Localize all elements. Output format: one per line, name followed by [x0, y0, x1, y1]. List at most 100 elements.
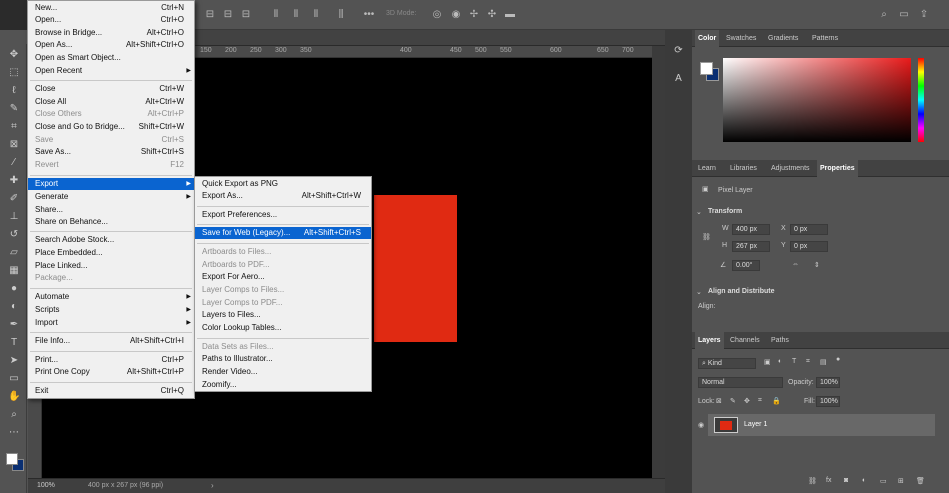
export-item-paths-to-illustrator[interactable]: Paths to Illustrator...	[195, 353, 371, 365]
add-mask-icon[interactable]: ◙	[844, 477, 848, 484]
menu-item-new[interactable]: New... Ctrl+N	[28, 2, 194, 14]
tab-learn[interactable]: Learn	[695, 160, 719, 177]
chevron-down-icon[interactable]: ⌄	[696, 208, 702, 216]
export-item-color-lookup-tables[interactable]: Color Lookup Tables...	[195, 322, 371, 334]
crop-tool-icon[interactable]: ⌗	[8, 121, 20, 133]
export-item-export-preferences[interactable]: Export Preferences...	[195, 209, 371, 221]
align-right-icon[interactable]: ⊟	[240, 9, 252, 21]
menu-item-close[interactable]: Close Ctrl+W	[28, 83, 194, 95]
menu-item-share-on-behance[interactable]: Share on Behance...	[28, 216, 194, 228]
tab-adjustments[interactable]: Adjustments	[768, 160, 813, 177]
tab-gradients[interactable]: Gradients	[765, 30, 801, 47]
menu-item-automate[interactable]: Automate ▶	[28, 291, 194, 303]
lasso-tool-icon[interactable]: ℓ	[8, 85, 20, 97]
tab-channels[interactable]: Channels	[727, 332, 763, 349]
menu-item-export[interactable]: Export ▶	[28, 178, 194, 190]
marquee-tool-icon[interactable]: ⬚	[8, 67, 20, 79]
color-panel-foreground-swatch[interactable]	[700, 62, 713, 75]
clone-stamp-tool-icon[interactable]: ⊥	[8, 211, 20, 223]
menu-item-open-as[interactable]: Open As... Alt+Shift+Ctrl+O	[28, 39, 194, 51]
hue-slider[interactable]	[918, 58, 924, 142]
color-picker-field[interactable]	[723, 58, 911, 142]
export-item-zoomify[interactable]: Zoomify...	[195, 379, 371, 391]
lock-artboard-icon[interactable]: ⌗	[758, 397, 762, 405]
export-item-quick-export-as-png[interactable]: Quick Export as PNG	[195, 178, 371, 190]
layer-name[interactable]: Layer 1	[744, 421, 767, 428]
x-field[interactable]: 0 px	[790, 224, 828, 235]
delete-layer-icon[interactable]: 🗑	[916, 477, 925, 485]
adjustment-layer-icon[interactable]: ◐	[862, 477, 866, 484]
new-layer-icon[interactable]: ⊞	[898, 477, 904, 485]
align-section-title[interactable]: Align and Distribute	[708, 288, 775, 295]
healing-brush-tool-icon[interactable]: ✚	[8, 175, 20, 187]
path-select-tool-icon[interactable]: ➤	[8, 355, 20, 367]
menu-item-open-recent[interactable]: Open Recent ▶	[28, 65, 194, 77]
menu-item-scripts[interactable]: Scripts ▶	[28, 304, 194, 316]
chevron-down-icon[interactable]: ⌄	[696, 288, 702, 296]
eye-icon[interactable]: ◉	[698, 421, 704, 429]
layer-filter-kind[interactable]: ⌕ Kind	[698, 358, 756, 369]
lock-pixels-icon[interactable]: ✎	[730, 397, 736, 405]
align-bottom-icon[interactable]: ⫴	[310, 9, 322, 21]
menu-item-generate[interactable]: Generate ▶	[28, 191, 194, 203]
export-item-save-for-web-legacy[interactable]: Save for Web (Legacy)... Alt+Shift+Ctrl+S	[195, 227, 371, 239]
share-icon[interactable]: ⇪	[918, 9, 930, 21]
layer-row[interactable]: Layer 1	[708, 414, 935, 436]
distribute-icon[interactable]: ⫼	[335, 9, 347, 21]
height-field[interactable]: 267 px	[732, 241, 770, 252]
lock-transparent-icon[interactable]: ⊠	[716, 397, 722, 405]
lock-all-icon[interactable]: 🔒	[772, 397, 781, 405]
dodge-tool-icon[interactable]: ◐	[8, 301, 20, 313]
menu-item-open[interactable]: Open... Ctrl+O	[28, 14, 194, 26]
zoom-level[interactable]: 100%	[37, 482, 55, 489]
menu-item-import[interactable]: Import ▶	[28, 317, 194, 329]
export-item-render-video[interactable]: Render Video...	[195, 366, 371, 378]
quick-select-tool-icon[interactable]: ✎	[8, 103, 20, 115]
transform-section-title[interactable]: Transform	[708, 208, 742, 215]
new-group-icon[interactable]: ▭	[880, 477, 887, 485]
3d-pan-icon[interactable]: ✢	[468, 9, 480, 21]
pen-tool-icon[interactable]: ✒	[8, 319, 20, 331]
edit-toolbar-icon[interactable]: ⋯	[8, 427, 20, 439]
foreground-color-swatch[interactable]	[6, 453, 18, 465]
export-item-layers-to-files[interactable]: Layers to Files...	[195, 309, 371, 321]
type-tool-icon[interactable]: T	[8, 337, 20, 349]
lock-position-icon[interactable]: ✥	[744, 397, 750, 405]
align-top-icon[interactable]: ⫴	[270, 9, 282, 21]
export-item-export-for-aero[interactable]: Export For Aero...	[195, 271, 371, 283]
menu-item-open-as-smart-object[interactable]: Open as Smart Object...	[28, 52, 194, 64]
gradient-tool-icon[interactable]: ▦	[8, 265, 20, 277]
flip-horizontal-icon[interactable]: ⇔	[792, 261, 799, 268]
frame-tool-icon[interactable]: ⊠	[8, 139, 20, 151]
menu-item-share[interactable]: Share...	[28, 204, 194, 216]
menu-item-place-linked[interactable]: Place Linked...	[28, 260, 194, 272]
align-middle-icon[interactable]: ⫴	[290, 9, 302, 21]
eraser-tool-icon[interactable]: ▱	[8, 247, 20, 259]
y-field[interactable]: 0 px	[790, 241, 828, 252]
tab-paths[interactable]: Paths	[768, 332, 792, 349]
menu-item-browse-in-bridge[interactable]: Browse in Bridge... Alt+Ctrl+O	[28, 27, 194, 39]
character-panel-icon[interactable]: A	[672, 72, 685, 85]
blur-tool-icon[interactable]: ●	[8, 283, 20, 295]
filter-type-icon[interactable]: T	[792, 358, 796, 365]
menu-item-close-all[interactable]: Close All Alt+Ctrl+W	[28, 96, 194, 108]
move-tool-icon[interactable]: ✥	[8, 49, 20, 61]
3d-scale-icon[interactable]: ▬	[504, 9, 516, 21]
menu-item-exit[interactable]: Exit Ctrl+Q	[28, 385, 194, 397]
menu-item-save-as[interactable]: Save As... Shift+Ctrl+S	[28, 146, 194, 158]
menu-item-print[interactable]: Print... Ctrl+P	[28, 354, 194, 366]
menu-item-close-and-go-to-bridge[interactable]: Close and Go to Bridge... Shift+Ctrl+W	[28, 121, 194, 133]
menu-item-print-one-copy[interactable]: Print One Copy Alt+Shift+Ctrl+P	[28, 366, 194, 378]
export-item-export-as[interactable]: Export As... Alt+Shift+Ctrl+W	[195, 190, 371, 202]
red-rectangle-shape[interactable]	[374, 195, 457, 342]
history-brush-tool-icon[interactable]: ↺	[8, 229, 20, 241]
menu-item-place-embedded[interactable]: Place Embedded...	[28, 247, 194, 259]
eyedropper-tool-icon[interactable]: ⁄	[8, 157, 20, 169]
3d-roll-icon[interactable]: ◉	[450, 9, 462, 21]
tab-libraries[interactable]: Libraries	[727, 160, 760, 177]
hand-tool-icon[interactable]: ✋	[8, 391, 20, 403]
filter-adjustment-icon[interactable]: ◐	[778, 358, 782, 365]
width-field[interactable]: 400 px	[732, 224, 770, 235]
more-options-icon[interactable]: •••	[363, 9, 375, 21]
filter-shape-icon[interactable]: ⌗	[806, 358, 810, 366]
